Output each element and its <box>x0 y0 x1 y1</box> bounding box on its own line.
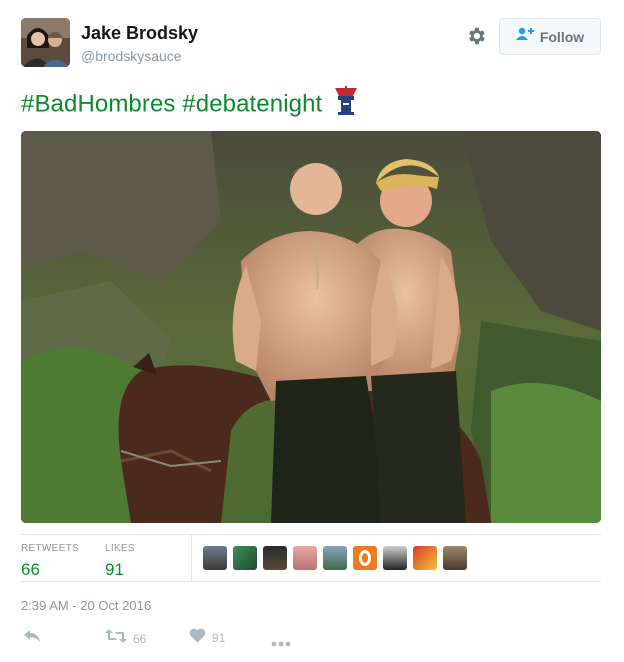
follow-button-label: Follow <box>539 28 585 45</box>
follow-person-icon <box>515 27 534 46</box>
likes-value: 91 <box>105 560 124 579</box>
stats-divider <box>191 535 192 582</box>
like-button[interactable]: 91 <box>189 628 225 648</box>
user-fullname[interactable]: Jake Brodsky <box>81 23 198 44</box>
liker-avatar[interactable] <box>443 546 467 570</box>
tweet-stats: RETWEETS 66 LIKES 91 <box>21 534 601 582</box>
hashtag-badhombres[interactable]: #BadHombres <box>21 91 176 118</box>
avatar[interactable] <box>21 18 70 67</box>
liker-avatar[interactable] <box>353 546 377 570</box>
retweet-icon <box>105 628 127 649</box>
liker-avatars <box>203 546 467 570</box>
liker-avatar[interactable] <box>383 546 407 570</box>
tweet-timestamp[interactable]: 2:39 AM - 20 Oct 2016 <box>21 598 151 613</box>
likes-stat[interactable]: LIKES 91 <box>105 543 135 580</box>
tweet-actions: 66 91 <box>21 628 601 652</box>
reply-button[interactable] <box>23 628 41 649</box>
retweets-label: RETWEETS <box>21 543 79 554</box>
liker-avatar[interactable] <box>203 546 227 570</box>
user-username[interactable]: @brodskysauce <box>81 48 182 64</box>
follow-button[interactable]: Follow <box>499 18 601 55</box>
liker-avatar[interactable] <box>293 546 317 570</box>
retweets-stat[interactable]: RETWEETS 66 <box>21 543 79 580</box>
heart-icon <box>189 628 206 648</box>
liker-avatar[interactable] <box>323 546 347 570</box>
retweet-count: 66 <box>133 631 147 646</box>
gear-icon[interactable] <box>465 25 487 47</box>
debate-podium-icon <box>333 86 359 123</box>
more-button[interactable] <box>271 634 291 652</box>
more-dots-icon <box>271 634 291 652</box>
reply-icon <box>23 628 41 649</box>
hashtag-debatenight[interactable]: #debatenight <box>182 91 322 118</box>
tweet-text: #BadHombres #debatenight <box>21 86 359 123</box>
like-count: 91 <box>212 631 226 645</box>
liker-avatar[interactable] <box>413 546 437 570</box>
retweet-button[interactable]: 66 <box>105 628 146 649</box>
liker-avatar[interactable] <box>263 546 287 570</box>
retweets-value: 66 <box>21 560 40 579</box>
tweet-photo[interactable] <box>21 131 601 523</box>
likes-label: LIKES <box>105 543 135 554</box>
liker-avatar[interactable] <box>233 546 257 570</box>
tweet-card: Jake Brodsky @brodskysauce Follow #BadHo… <box>0 0 624 662</box>
